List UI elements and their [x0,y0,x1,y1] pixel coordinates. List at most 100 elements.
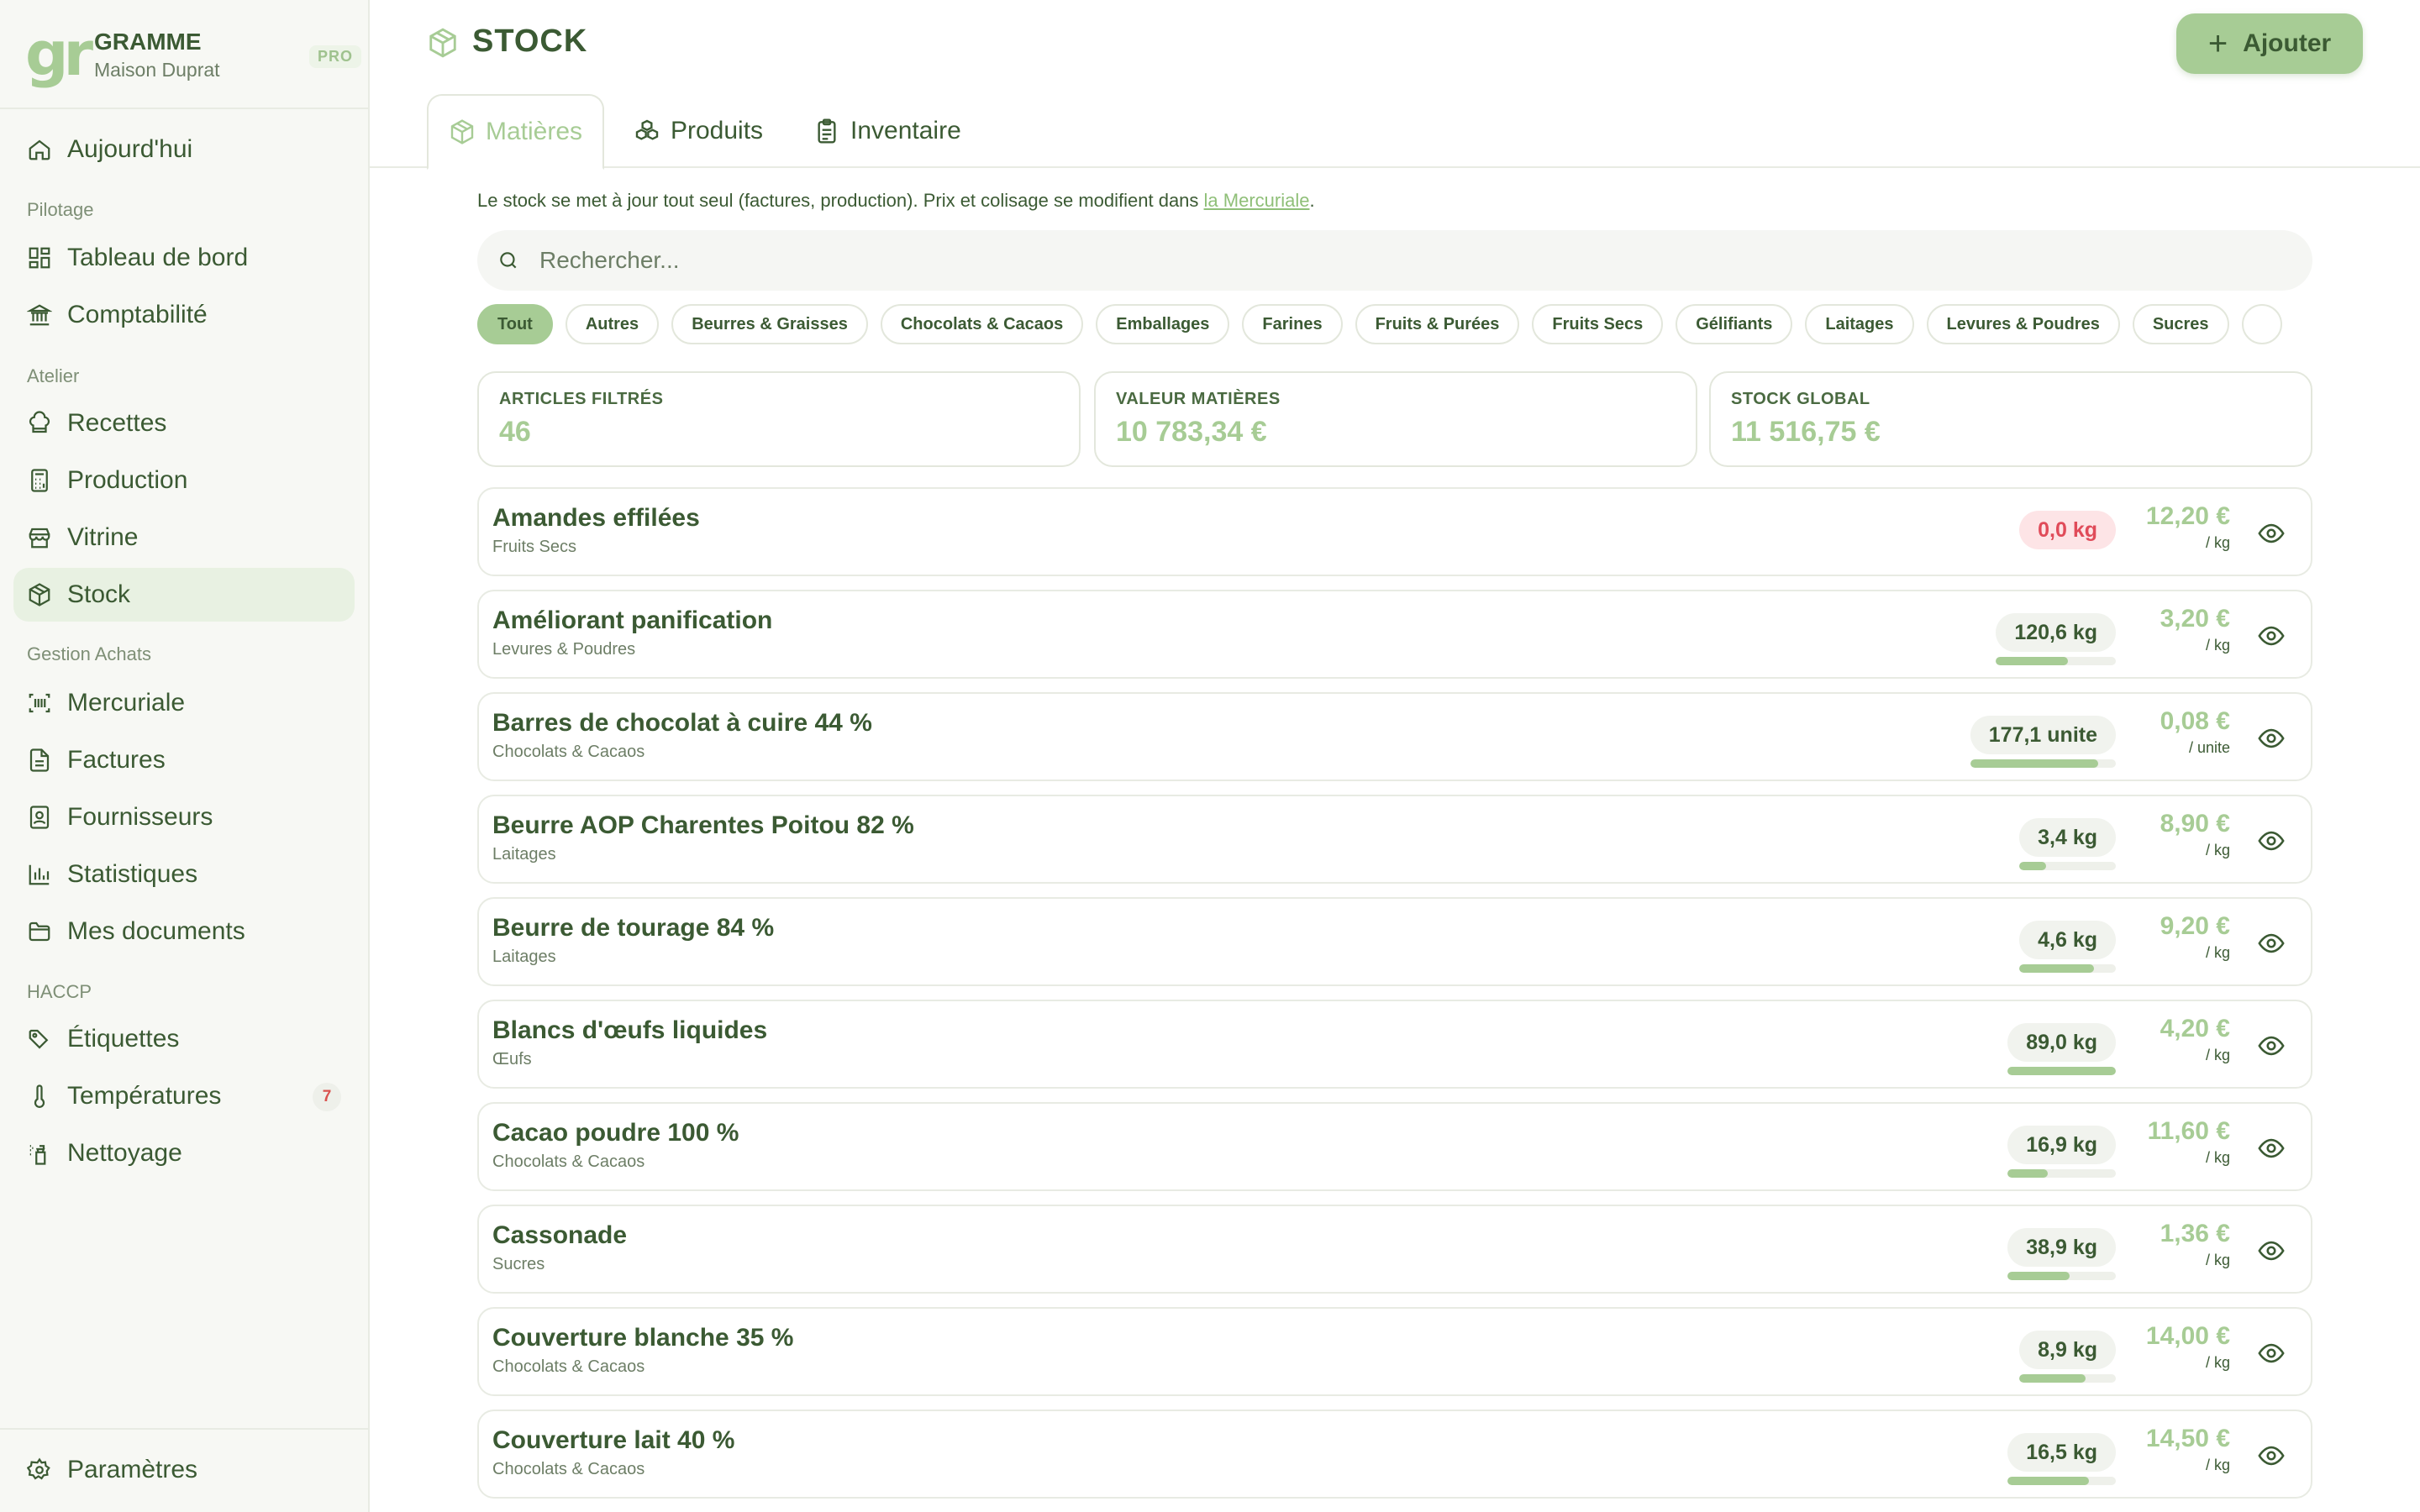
list-item[interactable]: Couverture blanche 35 % Chocolats & Cacao… [477,1307,2312,1396]
item-name: Cassonade [492,1221,628,1249]
eye-icon[interactable] [2257,827,2286,855]
tab-products[interactable]: Produits [634,94,763,168]
eye-icon[interactable] [2257,1441,2286,1470]
sidebar-item-mercuriale[interactable]: Mercuriale [13,676,355,730]
stock-level-fill [1970,759,2099,768]
sidebar-item-statistics[interactable]: Statistiques [13,848,355,901]
price-unit: / kg [2205,534,2230,551]
item-price: 11,60 € [2147,1117,2230,1145]
bar-chart-icon [29,864,50,885]
sidebar-item-showcase[interactable]: Vitrine [13,511,355,564]
list-item[interactable]: Cacao poudre 100 % Chocolats & Cacaos 16,9… [477,1102,2312,1191]
price-block: 8,90 € / kg [2160,810,2230,859]
tab-label: Matières [486,118,583,145]
mercuriale-link[interactable]: la Mercuriale [1204,190,1310,211]
item-category: Levures & Poudres [492,640,636,659]
list-item[interactable]: Barres de chocolat à cuire 44 % Chocolats… [477,692,2312,781]
quantity-block: 16,9 kg [2007,1126,2116,1178]
sidebar-item-settings[interactable]: Paramètres [13,1443,355,1497]
category-chip[interactable]: Farines [1242,304,1343,344]
stat-card-global-stock: STOCK GLOBAL 11 516,75 € [1709,371,2312,467]
list-item[interactable]: Couverture lait 40 % Chocolats & Cacaos 16… [477,1410,2312,1499]
category-chip[interactable]: Laitages [1805,304,1914,344]
item-price: 14,00 € [2145,1322,2230,1350]
quantity-block: 0,0 kg [2019,511,2116,549]
sidebar-item-invoices[interactable]: Factures [13,733,355,787]
tab-materials[interactable]: Matières [427,94,605,170]
search-bar[interactable] [477,230,2312,291]
price-block: 12,20 € / kg [2146,502,2230,552]
stock-level-fill [2007,1169,2048,1178]
brand-logo: gr [25,18,93,89]
thermometer-icon [34,1084,45,1108]
tab-inventory[interactable]: Inventaire [813,94,961,168]
add-button[interactable]: + Ajouter [2176,13,2363,74]
list-item[interactable]: Améliorant panification Levures & Poudres… [477,590,2312,679]
brand-subtitle: Maison Duprat [94,59,220,81]
sidebar-item-stock[interactable]: Stock [13,568,355,622]
sidebar-item-production[interactable]: Production [13,454,355,507]
stock-level-fill [1996,657,2068,665]
quantity-block: 8,9 kg [2019,1331,2116,1383]
eye-icon[interactable] [2257,622,2286,650]
folder-icon [29,921,50,942]
category-chip[interactable]: Gélifiants [1676,304,1793,344]
sidebar-item-cleaning[interactable]: Nettoyage [13,1126,355,1180]
eye-icon[interactable] [2257,1236,2286,1265]
price-block: 14,50 € / kg [2146,1425,2230,1474]
sidebar-item-recipes[interactable]: Recettes [13,396,355,450]
category-chip[interactable]: Fruits & Purées [1355,304,1520,344]
list-item[interactable]: Beurre AOP Charentes Poitou 82 % Laitages… [477,795,2312,884]
category-chip[interactable]: Tout [477,304,553,344]
price-unit: / kg [2205,1457,2230,1473]
sidebar-item-label: Statistiques [67,860,198,888]
item-price: 4,20 € [2160,1015,2230,1042]
sidebar-item-today[interactable]: Aujourd'hui [13,123,355,176]
page-header: STOCK + Ajouter Matières Produits Invent… [370,0,2420,170]
price-block: 11,60 € / kg [2148,1117,2230,1167]
dashboard-icon [29,247,50,269]
list-item[interactable]: Cassonade Sucres 38,9 kg 1,36 € / kg [477,1205,2312,1294]
list-item[interactable]: Amandes effilées Fruits Secs 0,0 kg 12,20 €… [477,487,2312,576]
eye-icon[interactable] [2257,1032,2286,1060]
pro-badge: PRO [308,45,361,68]
quantity-pill: 4,6 kg [2019,921,2116,959]
quantity-pill: 177,1 unite [1970,716,2116,754]
stat-value: 46 [499,416,531,448]
category-chip[interactable] [2241,304,2282,344]
price-unit: / kg [2205,842,2230,858]
category-chip[interactable]: Sucres [2132,304,2229,344]
eye-icon[interactable] [2257,519,2286,548]
list-item[interactable]: Beurre de tourage 84 % Laitages 4,6 kg 9,20… [477,897,2312,986]
category-chip[interactable]: Autres [565,304,660,344]
sidebar-item-documents[interactable]: Mes documents [13,905,355,958]
category-chip[interactable]: Emballages [1096,304,1230,344]
eye-icon[interactable] [2257,1339,2286,1368]
item-price: 14,50 € [2145,1425,2230,1452]
eye-icon[interactable] [2257,724,2286,753]
search-input[interactable] [539,247,2136,274]
stat-label: ARTICLES FILTRÉS [499,390,664,408]
sidebar-item-temperatures[interactable]: Températures 7 [13,1069,355,1123]
category-chip[interactable]: Levures & Poudres [1926,304,2120,344]
tags-icon [29,1029,49,1049]
stock-level-bar [2007,1169,2116,1178]
brand[interactable]: gr GRAMME Maison Duprat PRO [25,18,361,89]
stock-level-fill [2007,1272,2070,1280]
package-icon [29,583,50,606]
stock-level-bar [2007,1477,2116,1485]
category-chip[interactable]: Fruits Secs [1532,304,1664,344]
item-name: Améliorant panification [492,606,773,634]
stock-level-bar [2007,1272,2116,1280]
category-chip[interactable]: Beurres & Graisses [671,304,868,344]
tab-label: Inventaire [850,117,961,144]
eye-icon[interactable] [2257,1134,2286,1163]
list-item[interactable]: Blancs d'œufs liquides Œufs 89,0 kg 4,20 € /… [477,1000,2312,1089]
boxes-icon [635,119,659,140]
sidebar-item-labels[interactable]: Étiquettes [13,1012,355,1066]
sidebar-item-accounting[interactable]: Comptabilité [13,288,355,342]
sidebar-item-suppliers[interactable]: Fournisseurs [13,790,355,844]
eye-icon[interactable] [2257,929,2286,958]
category-chip[interactable]: Chocolats & Cacaos [880,304,1084,344]
sidebar-item-dashboard[interactable]: Tableau de bord [13,231,355,285]
